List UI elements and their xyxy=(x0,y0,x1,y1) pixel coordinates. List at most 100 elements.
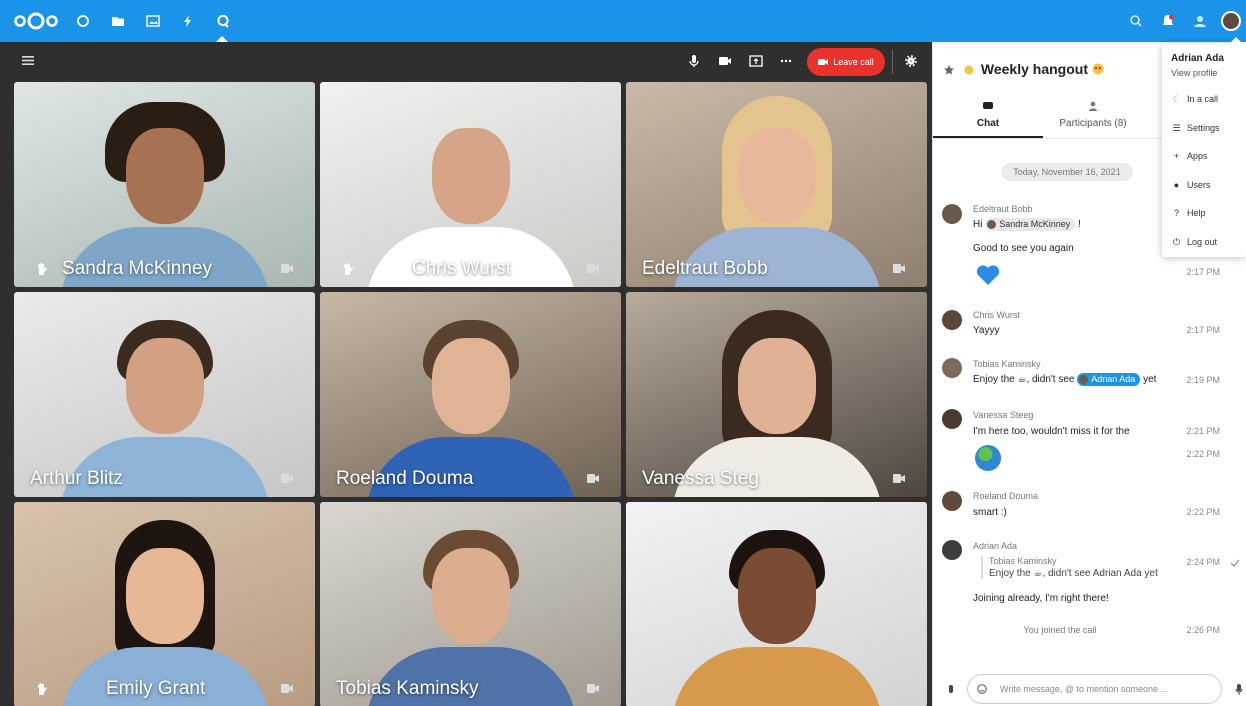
menu-caret xyxy=(1230,37,1242,43)
status-menu-item[interactable]: ☾ In a call xyxy=(1171,94,1245,110)
globe-emoji-icon xyxy=(975,445,1001,471)
avatar[interactable] xyxy=(942,204,962,224)
video-tile[interactable]: Edeltraut Bobb xyxy=(626,82,927,287)
leave-call-button[interactable]: Leave call xyxy=(807,48,885,76)
video-tile[interactable]: Sandra McKinney xyxy=(14,82,315,287)
message-time: 2:21 PM xyxy=(1186,426,1220,436)
settings-icon[interactable] xyxy=(903,53,919,69)
message-time: 2:22 PM xyxy=(1186,449,1220,459)
message-text: I'm here too, wouldn't miss it for the xyxy=(973,426,1130,437)
participant-name: Tobias Kaminsky xyxy=(336,678,479,699)
quote-text: Enjoy the ☕, didn't see Adrian Ada yet xyxy=(989,568,1158,579)
participant-name: Arthur Blitz xyxy=(30,468,123,489)
dashboard-icon[interactable] xyxy=(76,14,90,28)
raised-hand-icon xyxy=(342,262,354,276)
blue-heart-emoji-icon xyxy=(976,265,1000,285)
mention-chip[interactable]: Adrian Ada xyxy=(1077,373,1141,386)
participant-name: Edeltraut Bobb xyxy=(642,258,768,279)
files-icon[interactable] xyxy=(111,14,125,28)
message-author: Edeltraut Bobb xyxy=(973,204,1033,214)
activity-icon[interactable] xyxy=(181,14,195,28)
participant-name: Sandra McKinney xyxy=(62,258,212,279)
settings-list-icon: ☰ xyxy=(1172,123,1181,133)
message-composer: Write message, @ to mention someone ... xyxy=(933,668,1246,706)
video-icon xyxy=(893,474,905,483)
menu-item-help[interactable]: ? Help xyxy=(1171,208,1245,224)
view-profile-link[interactable]: View profile xyxy=(1171,68,1217,78)
video-icon xyxy=(281,684,293,693)
tab-chat[interactable]: Chat xyxy=(933,94,1043,138)
video-tile[interactable]: Roeland Douma xyxy=(320,292,621,497)
video-icon xyxy=(587,684,599,693)
user-display-name: Adrian Ada xyxy=(1171,53,1224,64)
video-icon xyxy=(281,264,293,273)
message-text: Yayyy xyxy=(973,325,1000,336)
menu-icon[interactable] xyxy=(22,56,34,65)
avatar[interactable] xyxy=(942,491,962,511)
quote-author: Tobias Kaminsky xyxy=(989,556,1057,566)
message-time: 2:17 PM xyxy=(1186,325,1220,335)
top-navigation-bar xyxy=(0,0,1246,42)
screen-share-icon[interactable] xyxy=(748,53,764,69)
camera-icon[interactable] xyxy=(717,53,733,69)
message-text: Enjoy the ☕, didn't see Adrian Ada yet xyxy=(973,373,1157,386)
message-time: 2:19 PM xyxy=(1186,375,1220,385)
read-check-icon xyxy=(1230,559,1240,567)
video-tile[interactable]: Chris Wurst xyxy=(320,82,621,287)
message-input[interactable]: Write message, @ to mention someone ... xyxy=(967,674,1222,704)
participants-icon xyxy=(1089,101,1097,111)
message-author: Tobias Kaminsky xyxy=(973,359,1041,369)
video-tile[interactable] xyxy=(626,502,927,706)
menu-item-logout[interactable]: ⏻ Log out xyxy=(1171,237,1245,253)
avatar[interactable] xyxy=(942,540,962,560)
contacts-icon[interactable] xyxy=(1192,13,1208,29)
avatar[interactable] xyxy=(942,358,962,378)
menu-item-users[interactable]: ● Users xyxy=(1171,180,1245,196)
menu-item-apps[interactable]: + Apps xyxy=(1171,151,1245,167)
microphone-icon[interactable] xyxy=(686,53,702,69)
video-tile[interactable]: Tobias Kaminsky xyxy=(320,502,621,706)
call-view: Leave call Sandra McKinney Chris Wurst E… xyxy=(0,42,932,706)
participant-name: Emily Grant xyxy=(106,678,206,699)
video-icon xyxy=(893,264,905,273)
notifications-icon[interactable] xyxy=(1160,13,1176,29)
nextcloud-logo[interactable] xyxy=(14,12,58,30)
avatar[interactable] xyxy=(942,310,962,330)
moon-icon: ☾ xyxy=(1172,94,1181,104)
message-time: 2:26 PM xyxy=(1186,625,1220,635)
leave-call-label: Leave call xyxy=(833,57,874,67)
avatar[interactable] xyxy=(942,409,962,429)
video-tile[interactable]: Emily Grant xyxy=(14,502,315,706)
photos-icon[interactable] xyxy=(146,14,160,28)
message-text: Good to see you again xyxy=(973,243,1074,254)
message-text: smart :) xyxy=(973,507,1007,518)
room-title: Weekly hangout xyxy=(963,61,1104,77)
video-icon xyxy=(587,474,599,483)
menu-item-settings[interactable]: ☰ Settings xyxy=(1171,123,1245,139)
voice-message-icon[interactable] xyxy=(1235,684,1243,695)
toolbar-divider xyxy=(892,50,893,74)
message-text: Joining already, I'm right there! xyxy=(973,593,1109,604)
phone-hangup-icon xyxy=(818,59,829,65)
attachment-icon[interactable] xyxy=(947,684,955,694)
message-time: 2:24 PM xyxy=(1186,557,1220,567)
chat-icon xyxy=(983,102,993,109)
search-icon[interactable] xyxy=(1128,13,1144,29)
user-avatar[interactable] xyxy=(1221,11,1241,31)
heart-eyes-emoji-icon xyxy=(1092,63,1104,75)
message-time: 2:17 PM xyxy=(1186,267,1220,277)
favorite-star-icon[interactable] xyxy=(943,63,955,75)
tab-participants[interactable]: Participants (8) xyxy=(1043,94,1143,138)
user-menu: Adrian Ada View profile ☾ In a call ☰ Sett… xyxy=(1162,37,1246,257)
emoji-picker-icon[interactable] xyxy=(977,684,987,694)
video-tile[interactable]: Vanessa Steg xyxy=(626,292,927,497)
raised-hand-icon xyxy=(36,682,48,696)
message-time: 2:22 PM xyxy=(1186,507,1220,517)
message-author: Adrian Ada xyxy=(973,541,1018,551)
mention-chip[interactable]: Sandra McKinney xyxy=(985,218,1076,231)
video-tile[interactable]: Arthur Blitz xyxy=(14,292,315,497)
more-icon[interactable] xyxy=(778,53,794,69)
video-icon xyxy=(587,264,599,273)
quoted-message[interactable]: Tobias Kaminsky Enjoy the ☕, didn't see … xyxy=(981,556,1158,579)
talk-icon[interactable] xyxy=(216,14,230,28)
